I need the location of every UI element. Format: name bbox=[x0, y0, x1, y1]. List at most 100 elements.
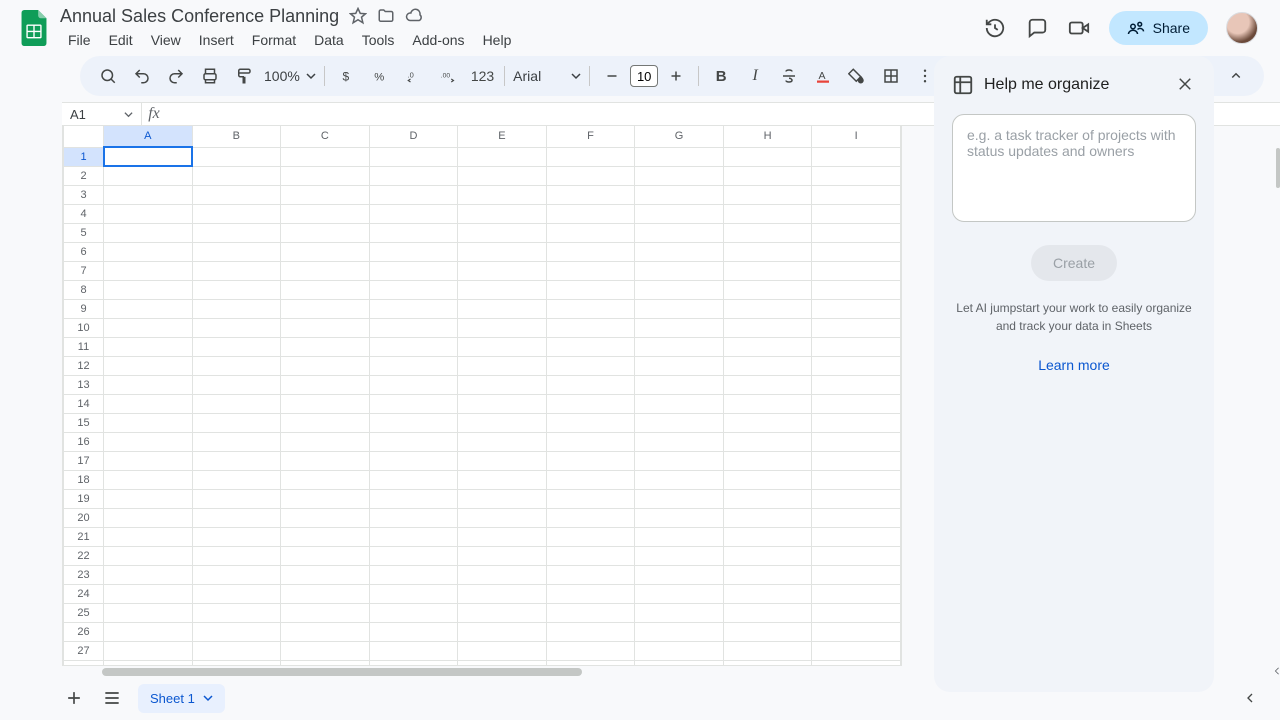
cell[interactable] bbox=[192, 299, 281, 318]
row-header[interactable]: 25 bbox=[64, 603, 104, 622]
cell[interactable] bbox=[369, 280, 458, 299]
cell[interactable] bbox=[812, 489, 901, 508]
menu-addons[interactable]: Add-ons bbox=[404, 30, 472, 50]
cell[interactable] bbox=[635, 356, 724, 375]
document-title[interactable]: Annual Sales Conference Planning bbox=[60, 6, 339, 27]
cell[interactable] bbox=[369, 223, 458, 242]
cell[interactable] bbox=[281, 356, 370, 375]
cell[interactable] bbox=[104, 584, 193, 603]
cell[interactable] bbox=[812, 375, 901, 394]
zoom-select[interactable]: 100% bbox=[264, 68, 316, 84]
cell[interactable] bbox=[723, 375, 812, 394]
cell[interactable] bbox=[281, 413, 370, 432]
cell[interactable] bbox=[104, 242, 193, 261]
cell[interactable] bbox=[192, 508, 281, 527]
cell[interactable] bbox=[812, 356, 901, 375]
cell[interactable] bbox=[369, 527, 458, 546]
cell[interactable] bbox=[546, 356, 635, 375]
cell[interactable] bbox=[192, 584, 281, 603]
cell[interactable] bbox=[635, 546, 724, 565]
cell[interactable] bbox=[281, 318, 370, 337]
cell[interactable] bbox=[635, 508, 724, 527]
cell[interactable] bbox=[192, 413, 281, 432]
cell[interactable] bbox=[723, 204, 812, 223]
cell[interactable] bbox=[369, 584, 458, 603]
cell[interactable] bbox=[458, 337, 547, 356]
cell[interactable] bbox=[104, 394, 193, 413]
cell[interactable] bbox=[281, 489, 370, 508]
cell[interactable] bbox=[635, 432, 724, 451]
cell[interactable] bbox=[635, 204, 724, 223]
cell[interactable] bbox=[281, 147, 370, 166]
col-header[interactable]: F bbox=[546, 126, 635, 147]
cell[interactable] bbox=[369, 508, 458, 527]
col-header[interactable]: I bbox=[812, 126, 901, 147]
cell[interactable] bbox=[281, 660, 370, 666]
cell[interactable] bbox=[723, 603, 812, 622]
cell[interactable] bbox=[104, 470, 193, 489]
cell[interactable] bbox=[723, 451, 812, 470]
cell[interactable] bbox=[104, 147, 193, 166]
cell[interactable] bbox=[104, 280, 193, 299]
cloud-status-icon[interactable] bbox=[405, 7, 423, 25]
cell[interactable] bbox=[281, 299, 370, 318]
cell[interactable] bbox=[812, 641, 901, 660]
bold-button[interactable]: B bbox=[707, 62, 735, 90]
cell[interactable] bbox=[104, 508, 193, 527]
row-header[interactable]: 18 bbox=[64, 470, 104, 489]
cell[interactable] bbox=[812, 451, 901, 470]
cell[interactable] bbox=[546, 394, 635, 413]
col-header[interactable]: D bbox=[369, 126, 458, 147]
cell[interactable] bbox=[812, 166, 901, 185]
row-header[interactable]: 20 bbox=[64, 508, 104, 527]
cell[interactable] bbox=[104, 223, 193, 242]
cell[interactable] bbox=[104, 660, 193, 666]
row-header[interactable]: 23 bbox=[64, 565, 104, 584]
cell[interactable] bbox=[458, 375, 547, 394]
cell[interactable] bbox=[104, 622, 193, 641]
cell[interactable] bbox=[192, 185, 281, 204]
cell[interactable] bbox=[369, 375, 458, 394]
cell[interactable] bbox=[458, 185, 547, 204]
col-header[interactable]: C bbox=[281, 126, 370, 147]
cell[interactable] bbox=[723, 261, 812, 280]
cell[interactable] bbox=[458, 261, 547, 280]
cell[interactable] bbox=[723, 660, 812, 666]
cell[interactable] bbox=[635, 565, 724, 584]
cell[interactable] bbox=[546, 603, 635, 622]
cell[interactable] bbox=[104, 375, 193, 394]
cell[interactable] bbox=[192, 527, 281, 546]
cell[interactable] bbox=[104, 603, 193, 622]
cell[interactable] bbox=[546, 299, 635, 318]
row-header[interactable]: 16 bbox=[64, 432, 104, 451]
cell[interactable] bbox=[281, 641, 370, 660]
cell[interactable] bbox=[723, 356, 812, 375]
cell[interactable] bbox=[192, 337, 281, 356]
cell[interactable] bbox=[635, 622, 724, 641]
cell[interactable] bbox=[192, 565, 281, 584]
cell[interactable] bbox=[458, 280, 547, 299]
row-header[interactable]: 1 bbox=[64, 147, 104, 166]
menu-data[interactable]: Data bbox=[306, 30, 352, 50]
cell[interactable] bbox=[192, 280, 281, 299]
cell[interactable] bbox=[635, 299, 724, 318]
currency-icon[interactable]: $ bbox=[333, 62, 361, 90]
borders-button[interactable] bbox=[877, 62, 905, 90]
cell[interactable] bbox=[812, 223, 901, 242]
cell[interactable] bbox=[104, 356, 193, 375]
cell[interactable] bbox=[192, 641, 281, 660]
scroll-left-icon[interactable] bbox=[1272, 666, 1280, 676]
history-icon[interactable] bbox=[983, 16, 1007, 40]
cell[interactable] bbox=[458, 394, 547, 413]
cell[interactable] bbox=[546, 318, 635, 337]
search-icon[interactable] bbox=[94, 62, 122, 90]
cell[interactable] bbox=[458, 166, 547, 185]
cell[interactable] bbox=[546, 147, 635, 166]
cell[interactable] bbox=[281, 394, 370, 413]
cell[interactable] bbox=[192, 166, 281, 185]
cell[interactable] bbox=[458, 508, 547, 527]
cell[interactable] bbox=[546, 432, 635, 451]
cell[interactable] bbox=[458, 223, 547, 242]
cell[interactable] bbox=[458, 242, 547, 261]
cell[interactable] bbox=[192, 147, 281, 166]
